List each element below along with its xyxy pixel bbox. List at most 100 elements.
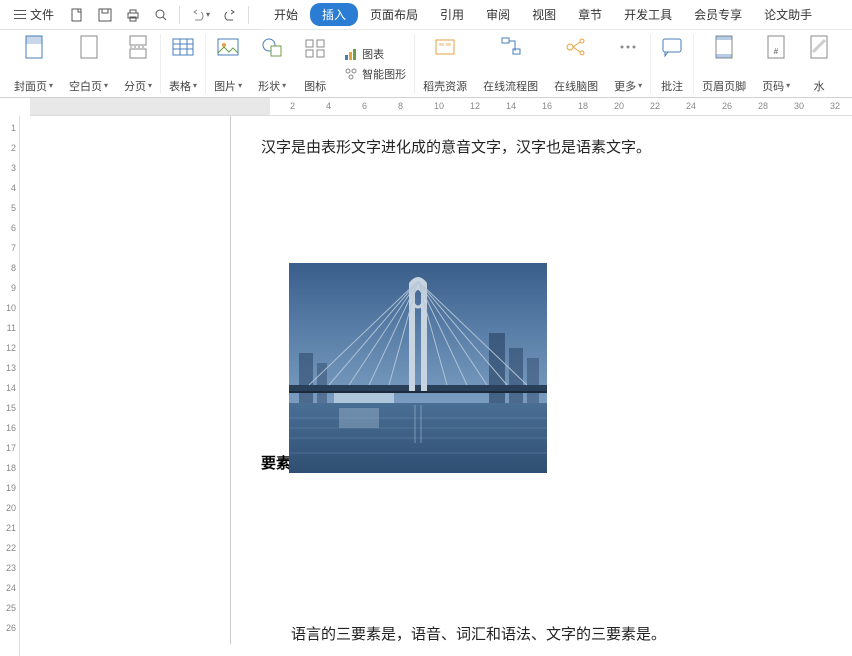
ruler-tick: 15 [6,403,16,413]
svg-text:#: # [774,47,779,56]
vertical-ruler[interactable]: 1234567891011121314151617181920212223242… [0,116,20,656]
header-footer-button[interactable]: 页眉页脚 [694,34,754,94]
table-button[interactable]: 表格▾ [161,34,206,94]
tab-view[interactable]: 视图 [522,2,566,27]
tab-dev[interactable]: 开发工具 [614,2,682,27]
tab-reference[interactable]: 引用 [430,2,474,27]
ruler-tick: 24 [6,583,16,593]
tab-insert[interactable]: 插入 [310,3,358,26]
page-viewport[interactable]: 汉字是由表形文字进化成的意音文字，汉字也是语素文字。 要素 [20,116,852,656]
ruler-tick: 3 [11,163,16,173]
ruler-tick: 21 [6,523,16,533]
resource-button[interactable]: 稻壳资源 [415,34,475,94]
ruler-tick: 20 [614,101,624,111]
chart-icon [344,47,358,61]
ruler-tick: 6 [11,223,16,233]
chevron-down-icon: ▾ [786,81,790,90]
cover-icon [22,34,46,60]
smart-icon [344,67,358,81]
preview-icon [153,7,169,23]
ruler-tick: 25 [6,603,16,613]
ruler-tick: 10 [6,303,16,313]
pagenum-icon: # [764,34,788,60]
watermark-button[interactable]: 水 [798,34,840,94]
ruler-tick: 8 [11,263,16,273]
pagebreak-icon [126,34,150,60]
tab-thesis[interactable]: 论文助手 [754,2,822,27]
shape-button[interactable]: 形状▾ [250,34,294,94]
tab-layout[interactable]: 页面布局 [360,2,428,27]
file-menu[interactable]: 文件 [6,1,62,29]
ruler-tick: 11 [7,323,16,333]
mind-map-button[interactable]: 在线脑图 [546,34,606,94]
chevron-down-icon: ▾ [282,81,286,90]
ribbon: 封面页▾ 空白页▾ 分页▾ 表格▾ 图片▾ 形状▾ 图标 图表 智能图形 稻壳资… [0,30,852,98]
inserted-image[interactable] [289,263,547,473]
ruler-tick: 30 [794,101,804,111]
tab-review[interactable]: 审阅 [476,2,520,27]
horizontal-ruler[interactable]: 2468101214161820222426283032 [30,98,852,116]
ruler-tick: 2 [290,101,295,111]
separator [179,6,180,24]
ruler-ticks: 2468101214161820222426283032 [270,98,852,115]
chart-button[interactable]: 图表 [344,46,406,62]
qat-save-button[interactable] [92,1,118,29]
ruler-tick: 13 [6,363,16,373]
ruler-tick: 16 [6,423,16,433]
undo-icon [190,7,206,23]
cover-page-button[interactable]: 封面页▾ [6,34,61,94]
menu-bar: 开始 插入 页面布局 引用 审阅 视图 章节 开发工具 会员专享 论文助手 [260,0,852,30]
mind-icon [564,35,588,59]
blank-page-button[interactable]: 空白页▾ [61,34,116,94]
page-break-button[interactable]: 分页▾ [116,34,161,94]
shape-icon [260,35,284,59]
headerfooter-icon [712,34,736,60]
flow-chart-button[interactable]: 在线流程图 [475,34,546,94]
new-doc-icon [69,7,85,23]
ruler-tick: 32 [830,101,840,111]
chevron-down-icon: ▾ [104,81,108,90]
qat-new-button[interactable] [64,1,90,29]
picture-button[interactable]: 图片▾ [206,34,250,94]
smart-graphic-button[interactable]: 智能图形 [344,66,406,82]
tab-start[interactable]: 开始 [264,2,308,27]
ruler-tick: 22 [650,101,660,111]
chevron-down-icon: ▾ [638,81,642,90]
ruler-tick: 17 [6,443,16,453]
chevron-down-icon: ▾ [148,81,152,90]
tab-chapter[interactable]: 章节 [568,2,612,27]
print-icon [125,7,141,23]
ruler-margin-shade [30,98,270,115]
redo-icon [222,7,238,23]
chevron-down-icon: ▾ [49,81,53,90]
icons-icon [303,35,327,59]
qat-print-button[interactable] [120,1,146,29]
watermark-icon [807,34,831,60]
ruler-tick: 20 [6,503,16,513]
icon-button[interactable]: 图标 [294,34,336,94]
qat-redo-button[interactable] [217,1,243,29]
page-number-button[interactable]: # 页码▾ [754,34,798,94]
ruler-tick: 22 [6,543,16,553]
chevron-down-icon: ▾ [206,10,210,19]
qat-preview-button[interactable] [148,1,174,29]
ruler-tick: 4 [326,101,331,111]
ruler-tick: 26 [722,101,732,111]
more-icon [616,35,640,59]
more-button[interactable]: 更多▾ [606,34,651,94]
ruler-tick: 18 [6,463,16,473]
paragraph-text[interactable]: 汉字是由表形文字进化成的意音文字，汉字也是语素文字。 [231,116,850,163]
ruler-tick: 23 [6,563,16,573]
comment-icon [660,35,684,59]
ruler-tick: 24 [686,101,696,111]
comment-button[interactable]: 批注 [651,34,694,94]
paragraph-text[interactable]: 语言的三要素是，语音、词汇和语法、文字的三要素是。 [291,623,850,644]
blank-icon [77,34,101,60]
ruler-tick: 6 [362,101,367,111]
qat-undo-button[interactable]: ▾ [185,1,215,29]
ruler-tick: 10 [434,101,444,111]
image-caption[interactable]: 要素 [261,452,291,473]
file-label: 文件 [30,6,54,23]
tab-member[interactable]: 会员专享 [684,2,752,27]
chevron-down-icon: ▾ [193,81,197,90]
